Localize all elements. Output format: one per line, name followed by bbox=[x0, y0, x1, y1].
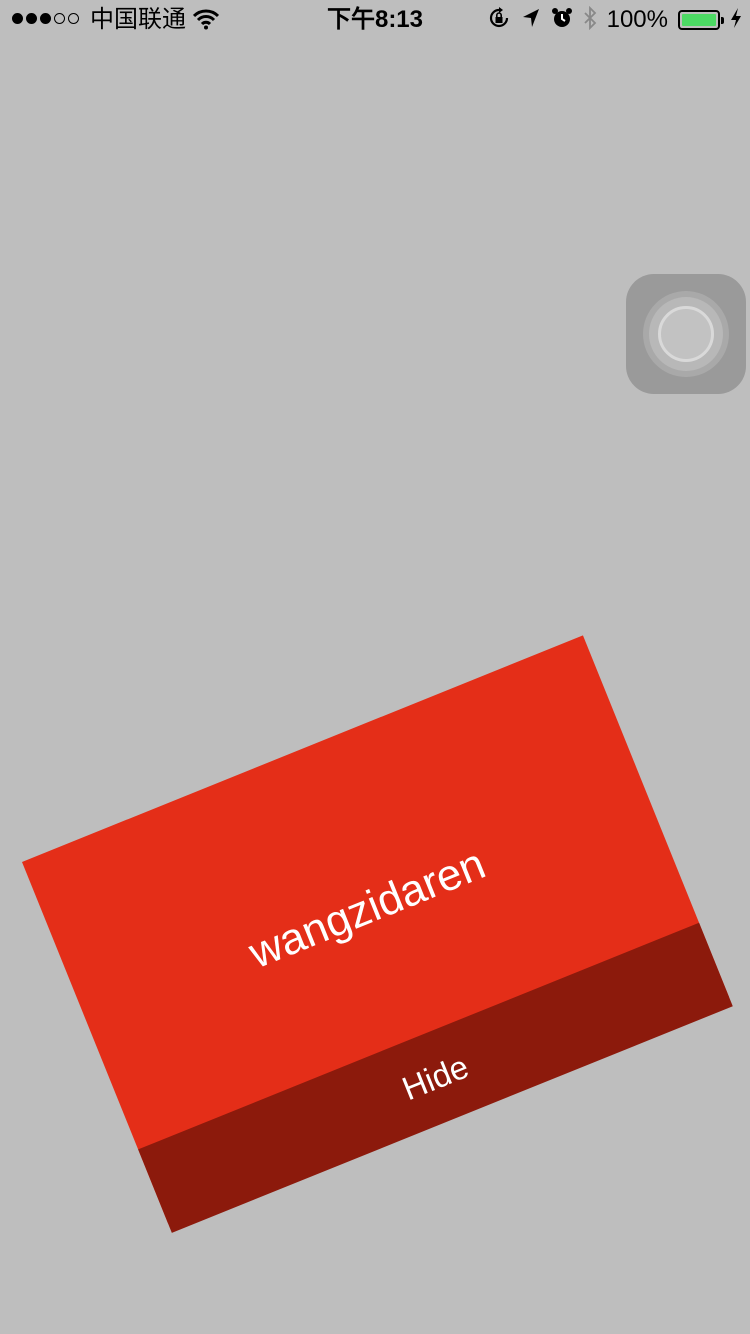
battery-percent: 100% bbox=[606, 6, 668, 33]
assistive-touch-button[interactable] bbox=[626, 274, 746, 394]
battery-fill bbox=[682, 14, 716, 26]
location-arrow-icon bbox=[521, 7, 541, 34]
status-bar: 中国联通 下午8:13 100% bbox=[0, 0, 750, 40]
popup-card: wangzidaren Hide bbox=[22, 635, 733, 1233]
screen: 中国联通 下午8:13 100% wangzidaren Hide bbox=[0, 0, 750, 1334]
status-icons: 100% bbox=[487, 5, 742, 35]
orientation-lock-icon bbox=[487, 6, 511, 35]
assistive-touch-icon bbox=[643, 291, 729, 377]
bluetooth-icon bbox=[583, 5, 597, 35]
charging-bolt-icon bbox=[730, 7, 742, 34]
alarm-icon bbox=[551, 7, 573, 34]
battery-icon bbox=[678, 10, 724, 30]
